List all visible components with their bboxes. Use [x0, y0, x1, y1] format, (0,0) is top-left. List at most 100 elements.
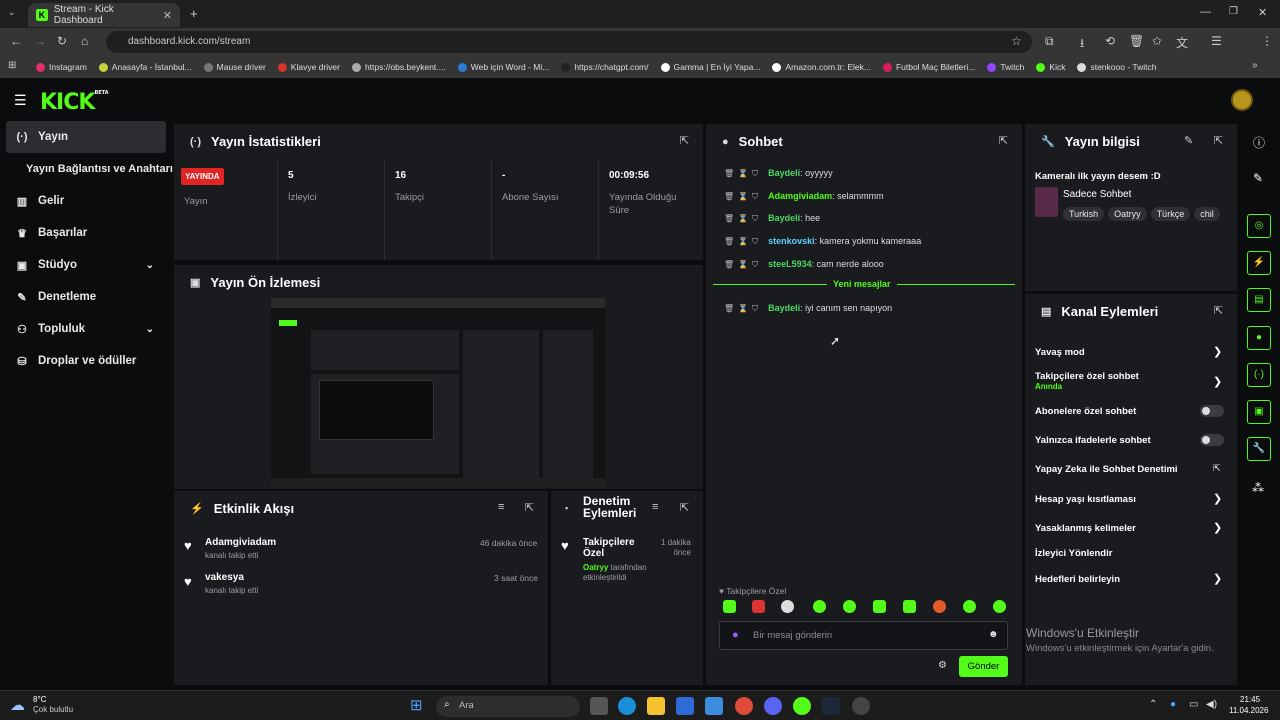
redirect-viewers-item[interactable]: İzleyici Yönlendir	[1035, 548, 1112, 559]
emote-icon[interactable]	[813, 600, 826, 613]
stream-preview-video[interactable]	[271, 298, 605, 488]
chat-message[interactable]: 🗑⌛⛉ Adamgiviadam: selammmm	[724, 191, 884, 202]
rail-document-icon[interactable]: ▤	[1247, 288, 1271, 312]
task-view-icon[interactable]	[590, 697, 608, 715]
emote-icon[interactable]	[933, 600, 946, 613]
apps-grid-icon[interactable]: ⊞	[8, 60, 16, 71]
bookmark-item[interactable]: Klavye driver	[277, 62, 340, 72]
rail-chat-icon[interactable]: ●	[1247, 326, 1271, 350]
emote-icon[interactable]	[781, 600, 794, 613]
close-window-icon[interactable]: ✕	[1258, 6, 1267, 19]
minimize-icon[interactable]: —	[1200, 6, 1211, 18]
chat-message[interactable]: 🗑⌛⛉ Baydeli: hee	[724, 213, 820, 224]
sidebar-item-studyo[interactable]: ▣ Stüdyo ⌄	[6, 249, 166, 281]
goals-item[interactable]: Hedefleri belirleyin	[1035, 574, 1120, 585]
sidebar-item-topluluk[interactable]: ⚇ Topluluk ⌄	[6, 313, 166, 345]
close-tab-icon[interactable]: ✕	[163, 9, 172, 22]
mod-tools-icon[interactable]: 🗑⌛⛉	[724, 237, 762, 246]
banned-words-item[interactable]: Yasaklanmış kelimeler	[1035, 523, 1136, 534]
chat-message[interactable]: 🗑⌛⛉ stenkovski: kamera yokmu kameraaa	[724, 236, 921, 247]
user-avatar[interactable]	[1231, 89, 1253, 111]
bookmark-item[interactable]: Kick	[1036, 62, 1065, 72]
forward-icon[interactable]: →	[34, 34, 46, 48]
url-input[interactable]: dashboard.kick.com/stream	[106, 31, 1032, 53]
reload-icon[interactable]: ↻	[57, 34, 67, 48]
tag[interactable]: Oatryy	[1108, 207, 1147, 221]
rail-broadcast-icon[interactable]: (·)	[1247, 363, 1271, 387]
chat-settings-icon[interactable]: ⚙	[938, 660, 947, 671]
store-icon[interactable]	[676, 697, 694, 715]
popout-icon[interactable]: ⇱	[999, 134, 1008, 147]
mod-tools-icon[interactable]: 🗑⌛⛉	[724, 304, 762, 313]
chrome-icon[interactable]	[735, 697, 753, 715]
ai-moderation-item[interactable]: Yapay Zeka ile Sohbet Denetimi	[1035, 464, 1178, 475]
tag[interactable]: Turkish	[1063, 207, 1105, 221]
more-bookmarks-icon[interactable]: »	[1252, 60, 1258, 71]
favorites-icon[interactable]: ✩	[1152, 34, 1162, 48]
hamburger-menu-icon[interactable]: ☰	[14, 92, 27, 109]
home-icon[interactable]: ⌂	[81, 34, 88, 48]
info-icon[interactable]: ⓘ	[1253, 134, 1265, 151]
reading-list-icon[interactable]: ☰	[1211, 34, 1222, 48]
sidebar-item-denetleme[interactable]: ✎ Denetleme	[6, 281, 166, 313]
chat-input[interactable]: ● Bir mesaj gönderin ☻	[719, 621, 1008, 650]
bookmark-item[interactable]: Futbol Maç Biletleri...	[882, 62, 975, 72]
rail-lightning-icon[interactable]: ⚡	[1247, 251, 1271, 275]
chat-message[interactable]: 🗑⌛⛉ steeL5934: cam nerde alooo	[724, 259, 884, 270]
clock-date[interactable]: 11.04.2026	[1229, 706, 1268, 715]
popout-icon[interactable]: ⇱	[525, 501, 534, 514]
discord-icon[interactable]	[764, 697, 782, 715]
bookmark-item[interactable]: Anasayfa - İstanbul...	[98, 62, 192, 72]
kick-logo[interactable]: KICKBETA	[40, 90, 109, 115]
tag[interactable]: chil	[1194, 207, 1220, 221]
chat-message[interactable]: 🗑⌛⛉ Baydeli: oyyyyy	[724, 168, 833, 179]
popout-icon[interactable]: ⇱	[1214, 304, 1223, 317]
emoji-icon[interactable]: ☻	[988, 629, 999, 640]
edit-icon[interactable]: ✎	[1184, 134, 1193, 147]
maximize-icon[interactable]: ❐	[1229, 6, 1238, 17]
chevron-right-icon[interactable]: ❯	[1213, 375, 1222, 388]
back-icon[interactable]: ←	[10, 34, 22, 48]
followers-chat-item[interactable]: Takipçilere özel sohbet Anında	[1035, 371, 1139, 391]
obs-icon[interactable]	[852, 697, 870, 715]
file-explorer-icon[interactable]	[647, 697, 665, 715]
emote-icon[interactable]	[903, 600, 916, 613]
extensions-icon[interactable]: ⧉	[1045, 34, 1054, 49]
windows-start-icon[interactable]: ⊞	[410, 696, 423, 714]
bookmark-item[interactable]: Mause driver	[203, 62, 266, 72]
emote-icon[interactable]	[752, 600, 765, 613]
chevron-right-icon[interactable]: ❯	[1213, 492, 1222, 505]
subs-chat-toggle[interactable]	[1200, 405, 1224, 417]
filter-icon[interactable]: ≡	[652, 501, 658, 513]
popout-icon[interactable]: ⇱	[680, 134, 689, 147]
slow-mode-item[interactable]: Yavaş mod	[1035, 347, 1085, 358]
mod-tools-icon[interactable]: 🗑⌛⛉	[724, 192, 762, 201]
rail-wrench-icon[interactable]: 🔧	[1247, 437, 1271, 461]
network-icon[interactable]: ▭	[1189, 699, 1198, 710]
sidebar-item-yayin[interactable]: (·) Yayın	[6, 121, 166, 153]
steam-icon[interactable]	[822, 697, 840, 715]
bookmark-item[interactable]: Amazon.com.tr: Elek...	[772, 62, 871, 72]
chat-message[interactable]: 🗑⌛⛉ Baydeli: iyi canım sen napıyon	[724, 303, 892, 314]
bookmark-item[interactable]: Twitch	[987, 62, 1024, 72]
external-link-icon[interactable]: ⇱	[1213, 463, 1221, 474]
bookmark-item[interactable]: https://obs.beykent....	[351, 62, 446, 72]
bookmark-item[interactable]: Gamma | En İyi Yapa...	[660, 62, 760, 72]
mail-icon[interactable]	[705, 697, 723, 715]
chevron-right-icon[interactable]: ❯	[1213, 572, 1222, 585]
menu-icon[interactable]: ⋮	[1261, 34, 1273, 48]
mod-tools-icon[interactable]: 🗑⌛⛉	[724, 260, 762, 269]
download-icon[interactable]: ⭳	[1080, 34, 1084, 55]
tab-list-icon[interactable]: ⌄	[8, 7, 16, 18]
sidebar-item-basarilar[interactable]: ♛ Başarılar	[6, 217, 166, 249]
bookmark-star-icon[interactable]: ☆	[1011, 34, 1022, 48]
bookmark-item[interactable]: Web için Word - Mi...	[457, 62, 549, 72]
sidebar-item-gelir[interactable]: ▥ Gelir	[6, 185, 166, 217]
filter-icon[interactable]: ≡	[498, 501, 504, 513]
bookmark-item[interactable]: Instagram	[36, 62, 87, 72]
sidebar-item-stream-key[interactable]: Yayın Bağlantısı ve Anahtarı	[16, 153, 176, 185]
rail-target-icon[interactable]: ◎	[1247, 214, 1271, 238]
popout-icon[interactable]: ⇱	[1214, 134, 1223, 147]
history-icon[interactable]: ⟲	[1105, 34, 1115, 48]
chevron-right-icon[interactable]: ❯	[1213, 521, 1222, 534]
